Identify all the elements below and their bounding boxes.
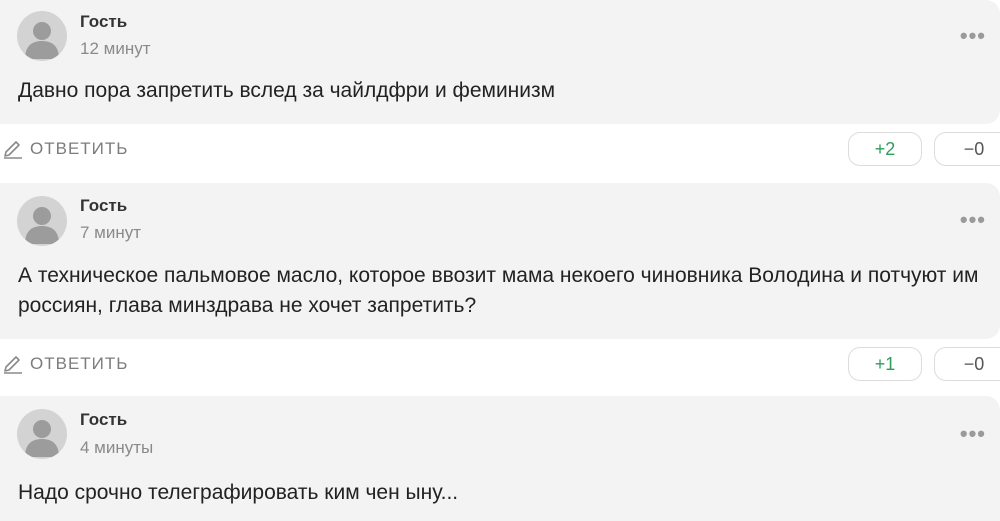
- comment-time: 12 минут: [80, 39, 151, 58]
- downvote-button[interactable]: −0: [934, 132, 1000, 166]
- more-dots-icon[interactable]: •••: [960, 423, 986, 445]
- avatar[interactable]: [17, 196, 67, 246]
- user-silhouette-icon: [25, 22, 59, 59]
- comment-text: А техническое пальмовое масло, которое в…: [18, 264, 979, 317]
- more-dots-icon[interactable]: •••: [960, 209, 986, 231]
- comment-author[interactable]: Гость: [80, 196, 127, 216]
- reply-button[interactable]: ОТВЕТИТЬ: [2, 138, 128, 160]
- user-silhouette-icon: [25, 420, 59, 457]
- comment-author[interactable]: Гость: [80, 410, 127, 430]
- pencil-icon: [4, 356, 22, 374]
- comment-actions: ОТВЕТИТЬ +1 −0: [0, 341, 1000, 391]
- downvote-button[interactable]: −0: [934, 347, 1000, 381]
- avatar[interactable]: [17, 11, 67, 61]
- comment-card: Гость 7 минут ••• А техническое пальмово…: [0, 183, 1000, 339]
- comment-time: 7 минут: [80, 223, 142, 242]
- user-silhouette-icon: [25, 207, 59, 244]
- comment-author[interactable]: Гость: [80, 12, 127, 32]
- pencil-icon: [4, 141, 22, 159]
- upvote-button[interactable]: +2: [848, 132, 922, 166]
- more-dots-icon[interactable]: •••: [960, 25, 986, 47]
- comment-card: Гость 4 минуты ••• Надо срочно телеграфи…: [0, 396, 1000, 521]
- reply-label: ОТВЕТИТЬ: [30, 354, 129, 373]
- comment-actions: ОТВЕТИТЬ +2 −0: [0, 126, 1000, 176]
- reply-button[interactable]: ОТВЕТИТЬ: [2, 353, 128, 375]
- comment-text: Надо срочно телеграфировать ким чен ыну.…: [18, 481, 459, 504]
- comment-text: Давно пора запретить вслед за чайлдфри и…: [18, 79, 556, 102]
- comment-time: 4 минуты: [80, 438, 154, 457]
- comment-card: Гость 12 минут ••• Давно пора запретить …: [0, 0, 1000, 124]
- reply-label: ОТВЕТИТЬ: [30, 139, 129, 158]
- avatar[interactable]: [17, 409, 67, 459]
- upvote-button[interactable]: +1: [848, 347, 922, 381]
